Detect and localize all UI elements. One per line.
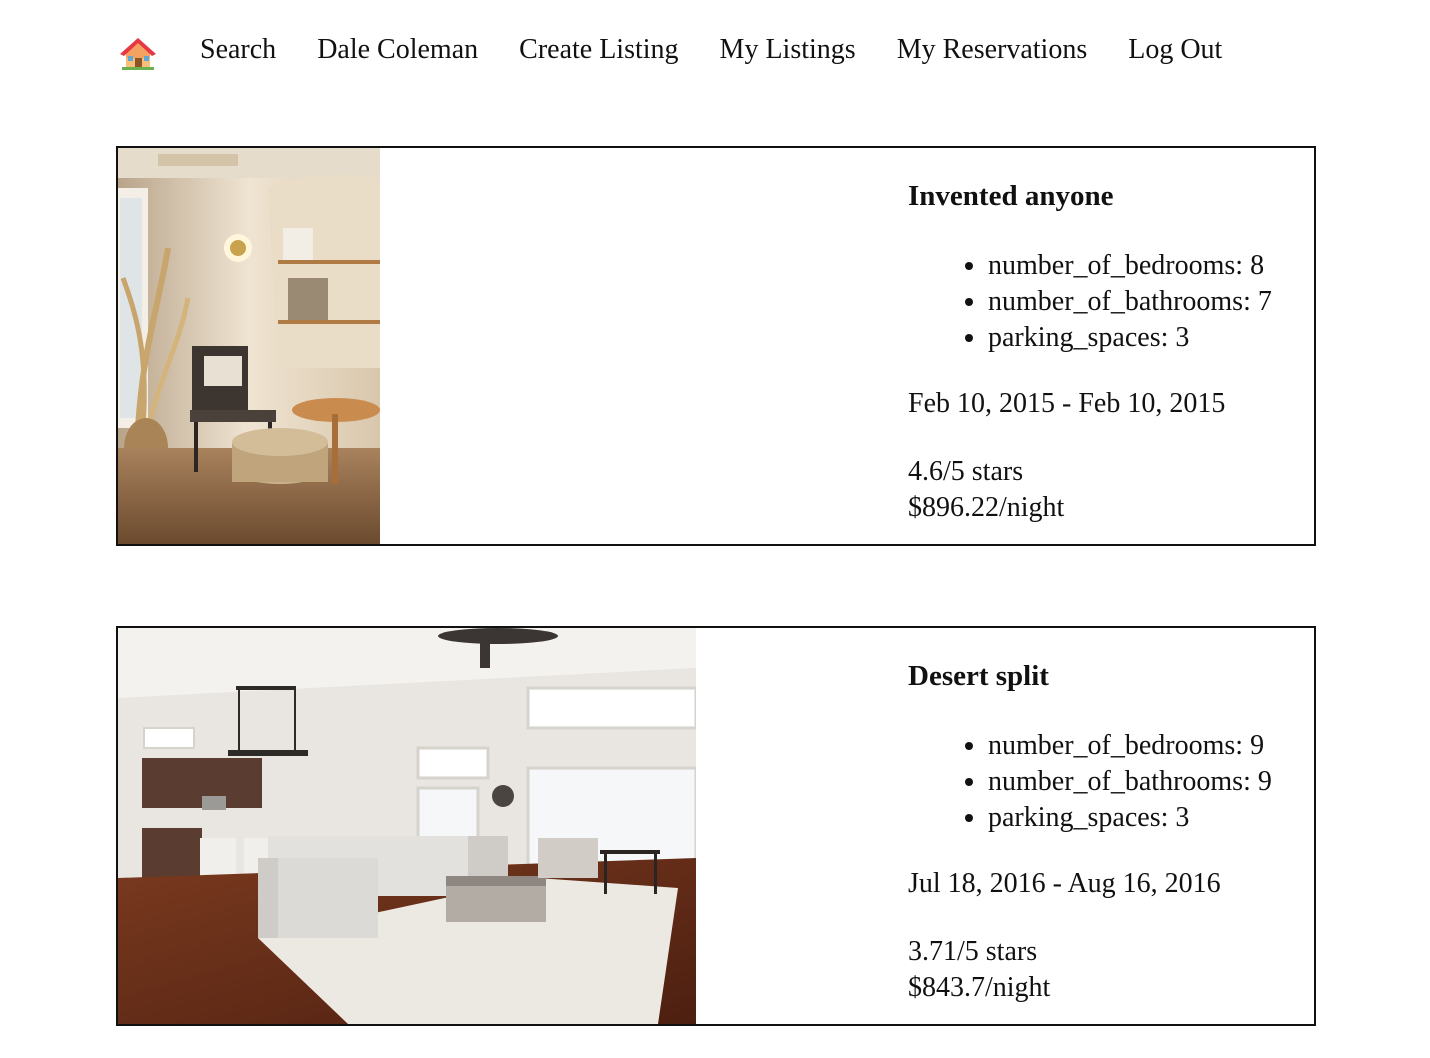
listing-title[interactable]: Invented anyone — [908, 180, 1113, 213]
nav-link-my-listings[interactable]: My Listings — [720, 30, 856, 70]
nav-links: Search Dale Coleman Create Listing My Li… — [200, 30, 1222, 70]
reservation-dates: Jul 18, 2016 - Aug 16, 2016 — [908, 868, 1221, 899]
reservation-card[interactable]: Desert split number_of_bedrooms: 9 numbe… — [116, 626, 1316, 1026]
feature-bathrooms: number_of_bathrooms: 9 — [988, 764, 1272, 800]
listing-info: Desert split number_of_bedrooms: 9 numbe… — [908, 628, 1314, 1024]
nav-link-search[interactable]: Search — [200, 30, 276, 70]
nav-link-my-reservations[interactable]: My Reservations — [897, 30, 1088, 70]
listing-price: $896.22/night — [908, 492, 1065, 523]
feature-bathrooms: number_of_bathrooms: 7 — [988, 284, 1272, 320]
top-nav: Search Dale Coleman Create Listing My Li… — [0, 0, 1430, 100]
feature-parking: parking_spaces: 3 — [988, 320, 1272, 356]
listing-info: Invented anyone number_of_bedrooms: 8 nu… — [908, 148, 1314, 544]
listing-rating: 4.6/5 stars — [908, 456, 1024, 487]
home-icon[interactable] — [120, 36, 156, 70]
nav-link-profile[interactable]: Dale Coleman — [317, 30, 478, 70]
feature-bedrooms: number_of_bedrooms: 9 — [988, 728, 1272, 764]
feature-list: number_of_bedrooms: 8 number_of_bathroom… — [948, 248, 1272, 356]
reservation-dates: Feb 10, 2015 - Feb 10, 2015 — [908, 388, 1226, 419]
feature-list: number_of_bedrooms: 9 number_of_bathroom… — [948, 728, 1272, 836]
reservation-card[interactable]: Invented anyone number_of_bedrooms: 8 nu… — [116, 146, 1316, 546]
listing-title[interactable]: Desert split — [908, 660, 1049, 693]
listing-price: $843.7/night — [908, 972, 1051, 1003]
feature-bedrooms: number_of_bedrooms: 8 — [988, 248, 1272, 284]
nav-link-create-listing[interactable]: Create Listing — [519, 30, 678, 70]
nav-link-log-out[interactable]: Log Out — [1128, 30, 1222, 70]
listing-rating: 3.71/5 stars — [908, 936, 1038, 967]
feature-parking: parking_spaces: 3 — [988, 800, 1272, 836]
listing-photo[interactable] — [118, 148, 380, 544]
listing-photo[interactable] — [118, 628, 696, 1024]
